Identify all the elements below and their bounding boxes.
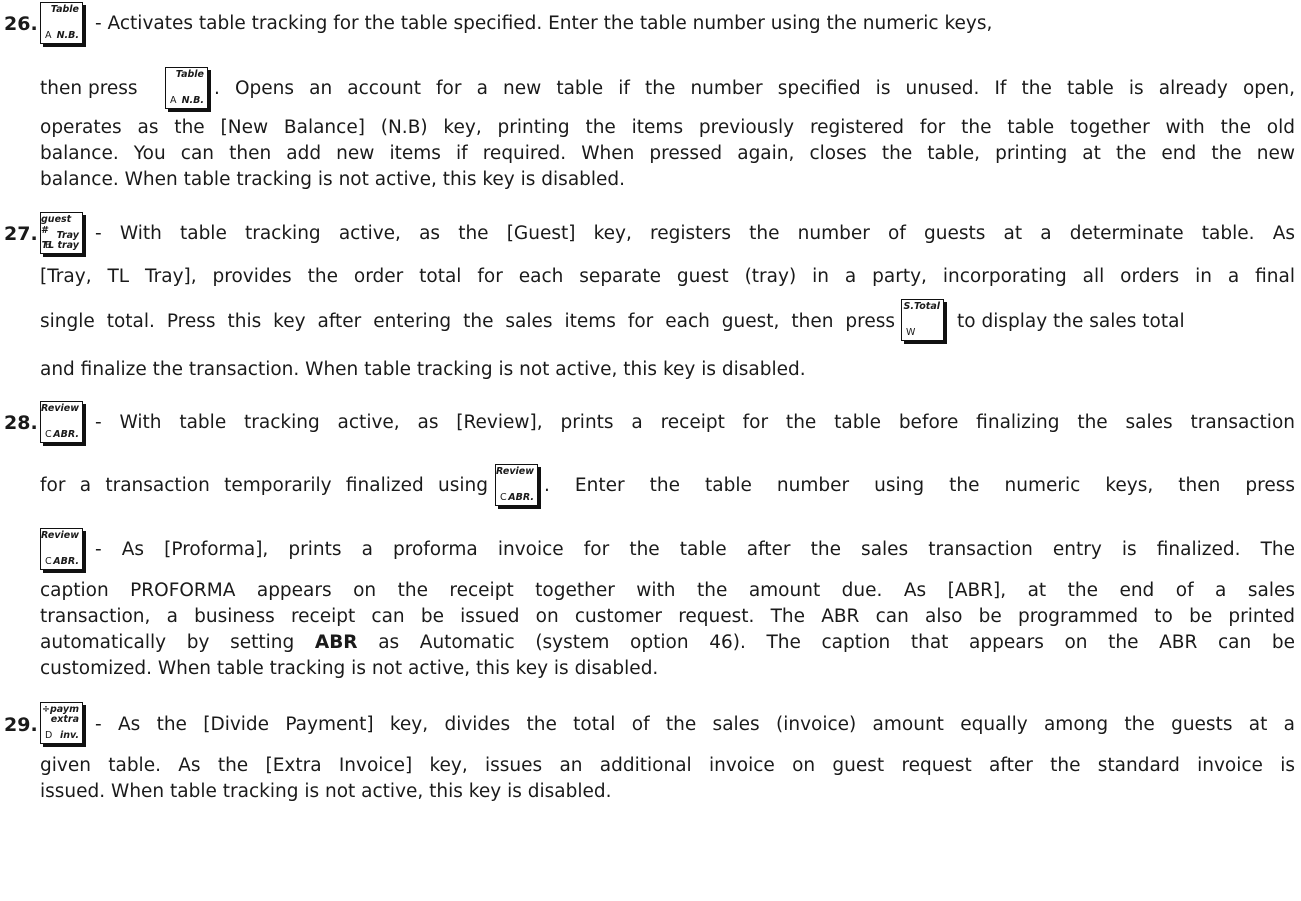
guest-tray-key-icon: guest # Tray B TL tray xyxy=(40,212,83,254)
table-key-icon: Table A N.B. xyxy=(165,67,208,109)
divide-payment-key-icon: ÷paym extra D inv. xyxy=(40,702,83,744)
table-key-icon: Table A N.B. xyxy=(40,2,83,44)
item-27-line-4: and finalize the transaction. When table… xyxy=(40,359,806,380)
item-28-line-7: customized. When table tracking is not a… xyxy=(40,658,659,679)
table-key-icon: Review C ABR. xyxy=(495,464,538,506)
item-26-line-4: balance. You can then add new items if r… xyxy=(40,143,1295,164)
review-key-icon: Review C ABR. xyxy=(40,401,83,443)
item-28-line-2-post: . Enter the table number using the numer… xyxy=(544,475,1295,496)
item-number-28: 28. xyxy=(4,412,38,434)
item-27-line-1: - With table tracking active, as the [Gu… xyxy=(95,223,1295,244)
item-27-line-3-pre: single total. Press this key after enter… xyxy=(40,311,895,332)
item-26-line-2-pre: then press xyxy=(40,78,138,99)
item-28-line-4: caption PROFORMA appears on the receipt … xyxy=(40,580,1295,601)
item-28-line-2-pre: for a transaction temporarily finalized … xyxy=(40,475,488,496)
item-26-line-5: balance. When table tracking is not acti… xyxy=(40,169,626,190)
item-26-line-2-post: . Opens an account for a new table if th… xyxy=(214,78,1295,99)
item-28-line-5: transaction, a business receipt can be i… xyxy=(40,606,1295,627)
item-number-26: 26. xyxy=(4,13,38,35)
item-29-line-3: issued. When table tracking is not activ… xyxy=(40,781,612,802)
item-26-line-1: - Activates table tracking for the table… xyxy=(95,13,993,34)
item-28-line-1: - With table tracking active, as [Review… xyxy=(95,412,1295,433)
item-29-line-1: - As the [Divide Payment] key, divides t… xyxy=(95,714,1295,735)
subtotal-key-icon: S.Total W xyxy=(901,299,944,341)
item-27-line-2: [Tray, TL Tray], provides the order tota… xyxy=(40,266,1295,287)
item-28-line-3: - As [Proforma], prints a proforma invoi… xyxy=(95,539,1295,560)
item-number-27: 27. xyxy=(4,223,38,245)
review-key-icon: Review C ABR. xyxy=(40,528,83,570)
item-29-line-2: given table. As the [Extra Invoice] key,… xyxy=(40,755,1295,776)
item-number-29: 29. xyxy=(4,714,38,736)
item-26-line-3: operates as the [New Balance] (N.B) key,… xyxy=(40,117,1295,138)
item-27-line-3-post: to display the sales total xyxy=(957,311,1185,332)
item-28-line-6: automatically by setting ABR as Automati… xyxy=(40,632,1295,653)
